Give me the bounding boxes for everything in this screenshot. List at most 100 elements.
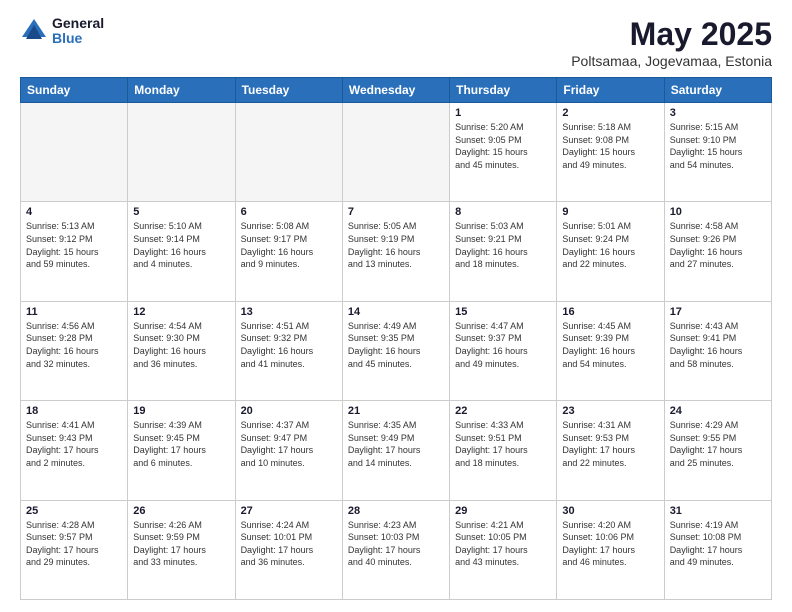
calendar-cell: 15Sunrise: 4:47 AM Sunset: 9:37 PM Dayli…: [450, 301, 557, 400]
day-number: 2: [562, 107, 658, 119]
day-number: 26: [133, 505, 229, 517]
header-thursday: Thursday: [450, 78, 557, 103]
day-number: 24: [670, 405, 766, 417]
calendar-cell: 21 Sunrise: 4:35 AM Sunset: 9:49 PM Dayli…: [342, 401, 449, 500]
day-number: 29: [455, 505, 551, 517]
day-number: 31: [670, 505, 766, 517]
day-number: 14: [348, 306, 444, 318]
calendar-cell: 14Sunrise: 4:49 AM Sunset: 9:35 PM Dayli…: [342, 301, 449, 400]
calendar-cell: [235, 103, 342, 202]
logo-text: General Blue: [52, 16, 104, 47]
calendar-cell: [342, 103, 449, 202]
calendar-cell: 23 Sunrise: 4:31 AM Sunset: 9:53 PM Dayli…: [557, 401, 664, 500]
calendar-cell: 8Sunrise: 5:03 AM Sunset: 9:21 PM Daylig…: [450, 202, 557, 301]
calendar-cell: 27 Sunrise: 4:24 AM Sunset: 10:01 PM Dayl…: [235, 500, 342, 599]
day-info: Sunrise: 4:37 AM Sunset: 9:47 PM Dayligh…: [241, 419, 337, 469]
calendar-table: Sunday Monday Tuesday Wednesday Thursday…: [20, 77, 772, 600]
day-info: Sunrise: 4:31 AM Sunset: 9:53 PM Dayligh…: [562, 419, 658, 469]
calendar-cell: 2 Sunrise: 5:18 AM Sunset: 9:08 PM Daylig…: [557, 103, 664, 202]
day-number: 6: [241, 206, 337, 218]
day-number: 20: [241, 405, 337, 417]
calendar-cell: 31Sunrise: 4:19 AM Sunset: 10:08 PM Dayl…: [664, 500, 771, 599]
calendar-cell: 18 Sunrise: 4:41 AM Sunset: 9:43 PM Dayli…: [21, 401, 128, 500]
logo-blue-label: Blue: [52, 31, 104, 46]
day-number: 16: [562, 306, 658, 318]
day-number: 27: [241, 505, 337, 517]
day-info: Sunrise: 4:43 AM Sunset: 9:41 PM Dayligh…: [670, 320, 766, 370]
calendar-cell: 19 Sunrise: 4:39 AM Sunset: 9:45 PM Dayli…: [128, 401, 235, 500]
day-info: Sunrise: 4:56 AM Sunset: 9:28 PM Dayligh…: [26, 320, 122, 370]
day-info: Sunrise: 4:54 AM Sunset: 9:30 PM Dayligh…: [133, 320, 229, 370]
header-sunday: Sunday: [21, 78, 128, 103]
day-number: 8: [455, 206, 551, 218]
calendar-cell: 1 Sunrise: 5:20 AM Sunset: 9:05 PM Daylig…: [450, 103, 557, 202]
title-block: May 2025 Poltsamaa, Jogevamaa, Estonia: [571, 16, 772, 69]
day-info: Sunrise: 4:21 AM Sunset: 10:05 PM Daylig…: [455, 519, 551, 569]
calendar-week-4: 18 Sunrise: 4:41 AM Sunset: 9:43 PM Dayli…: [21, 401, 772, 500]
day-info: Sunrise: 5:08 AM Sunset: 9:17 PM Dayligh…: [241, 220, 337, 270]
day-info: Sunrise: 4:28 AM Sunset: 9:57 PM Dayligh…: [26, 519, 122, 569]
day-info: Sunrise: 5:01 AM Sunset: 9:24 PM Dayligh…: [562, 220, 658, 270]
header-wednesday: Wednesday: [342, 78, 449, 103]
calendar-cell: 25Sunrise: 4:28 AM Sunset: 9:57 PM Dayli…: [21, 500, 128, 599]
calendar-cell: 16Sunrise: 4:45 AM Sunset: 9:39 PM Dayli…: [557, 301, 664, 400]
day-info: Sunrise: 4:41 AM Sunset: 9:43 PM Dayligh…: [26, 419, 122, 469]
day-number: 1: [455, 107, 551, 119]
day-info: Sunrise: 4:26 AM Sunset: 9:59 PM Dayligh…: [133, 519, 229, 569]
day-info: Sunrise: 4:47 AM Sunset: 9:37 PM Dayligh…: [455, 320, 551, 370]
calendar-cell: 22 Sunrise: 4:33 AM Sunset: 9:51 PM Dayli…: [450, 401, 557, 500]
calendar-week-2: 4Sunrise: 5:13 AM Sunset: 9:12 PM Daylig…: [21, 202, 772, 301]
day-number: 21: [348, 405, 444, 417]
calendar-cell: 6 Sunrise: 5:08 AM Sunset: 9:17 PM Daylig…: [235, 202, 342, 301]
header-monday: Monday: [128, 78, 235, 103]
calendar-cell: 13Sunrise: 4:51 AM Sunset: 9:32 PM Dayli…: [235, 301, 342, 400]
day-info: Sunrise: 4:29 AM Sunset: 9:55 PM Dayligh…: [670, 419, 766, 469]
day-number: 19: [133, 405, 229, 417]
day-number: 22: [455, 405, 551, 417]
day-info: Sunrise: 4:33 AM Sunset: 9:51 PM Dayligh…: [455, 419, 551, 469]
calendar-subtitle: Poltsamaa, Jogevamaa, Estonia: [571, 53, 772, 69]
day-info: Sunrise: 4:24 AM Sunset: 10:01 PM Daylig…: [241, 519, 337, 569]
calendar-cell: 12 Sunrise: 4:54 AM Sunset: 9:30 PM Dayli…: [128, 301, 235, 400]
calendar-cell: 29 Sunrise: 4:21 AM Sunset: 10:05 PM Dayl…: [450, 500, 557, 599]
calendar-cell: 7Sunrise: 5:05 AM Sunset: 9:19 PM Daylig…: [342, 202, 449, 301]
day-info: Sunrise: 4:39 AM Sunset: 9:45 PM Dayligh…: [133, 419, 229, 469]
day-number: 17: [670, 306, 766, 318]
header-friday: Friday: [557, 78, 664, 103]
logo-general-label: General: [52, 16, 104, 31]
day-info: Sunrise: 4:58 AM Sunset: 9:26 PM Dayligh…: [670, 220, 766, 270]
day-info: Sunrise: 5:20 AM Sunset: 9:05 PM Dayligh…: [455, 121, 551, 171]
day-number: 12: [133, 306, 229, 318]
calendar-cell: [128, 103, 235, 202]
day-info: Sunrise: 5:15 AM Sunset: 9:10 PM Dayligh…: [670, 121, 766, 171]
day-number: 11: [26, 306, 122, 318]
header-saturday: Saturday: [664, 78, 771, 103]
calendar-cell: 17 Sunrise: 4:43 AM Sunset: 9:41 PM Dayli…: [664, 301, 771, 400]
header-tuesday: Tuesday: [235, 78, 342, 103]
calendar-cell: 24 Sunrise: 4:29 AM Sunset: 9:55 PM Dayli…: [664, 401, 771, 500]
calendar-cell: 3Sunrise: 5:15 AM Sunset: 9:10 PM Daylig…: [664, 103, 771, 202]
day-number: 28: [348, 505, 444, 517]
calendar-cell: 4Sunrise: 5:13 AM Sunset: 9:12 PM Daylig…: [21, 202, 128, 301]
day-number: 7: [348, 206, 444, 218]
calendar-cell: 10 Sunrise: 4:58 AM Sunset: 9:26 PM Dayli…: [664, 202, 771, 301]
day-number: 10: [670, 206, 766, 218]
page: General Blue May 2025 Poltsamaa, Jogevam…: [0, 0, 792, 612]
header: General Blue May 2025 Poltsamaa, Jogevam…: [20, 16, 772, 69]
day-number: 18: [26, 405, 122, 417]
day-info: Sunrise: 4:23 AM Sunset: 10:03 PM Daylig…: [348, 519, 444, 569]
day-number: 9: [562, 206, 658, 218]
calendar-cell: 5Sunrise: 5:10 AM Sunset: 9:14 PM Daylig…: [128, 202, 235, 301]
calendar-cell: 11 Sunrise: 4:56 AM Sunset: 9:28 PM Dayli…: [21, 301, 128, 400]
day-number: 13: [241, 306, 337, 318]
day-number: 23: [562, 405, 658, 417]
day-info: Sunrise: 5:18 AM Sunset: 9:08 PM Dayligh…: [562, 121, 658, 171]
day-info: Sunrise: 4:35 AM Sunset: 9:49 PM Dayligh…: [348, 419, 444, 469]
calendar-cell: 20 Sunrise: 4:37 AM Sunset: 9:47 PM Dayli…: [235, 401, 342, 500]
calendar-week-3: 11 Sunrise: 4:56 AM Sunset: 9:28 PM Dayli…: [21, 301, 772, 400]
logo-icon: [20, 17, 48, 45]
header-row: Sunday Monday Tuesday Wednesday Thursday…: [21, 78, 772, 103]
day-info: Sunrise: 5:13 AM Sunset: 9:12 PM Dayligh…: [26, 220, 122, 270]
calendar-cell: 26 Sunrise: 4:26 AM Sunset: 9:59 PM Dayli…: [128, 500, 235, 599]
day-number: 30: [562, 505, 658, 517]
